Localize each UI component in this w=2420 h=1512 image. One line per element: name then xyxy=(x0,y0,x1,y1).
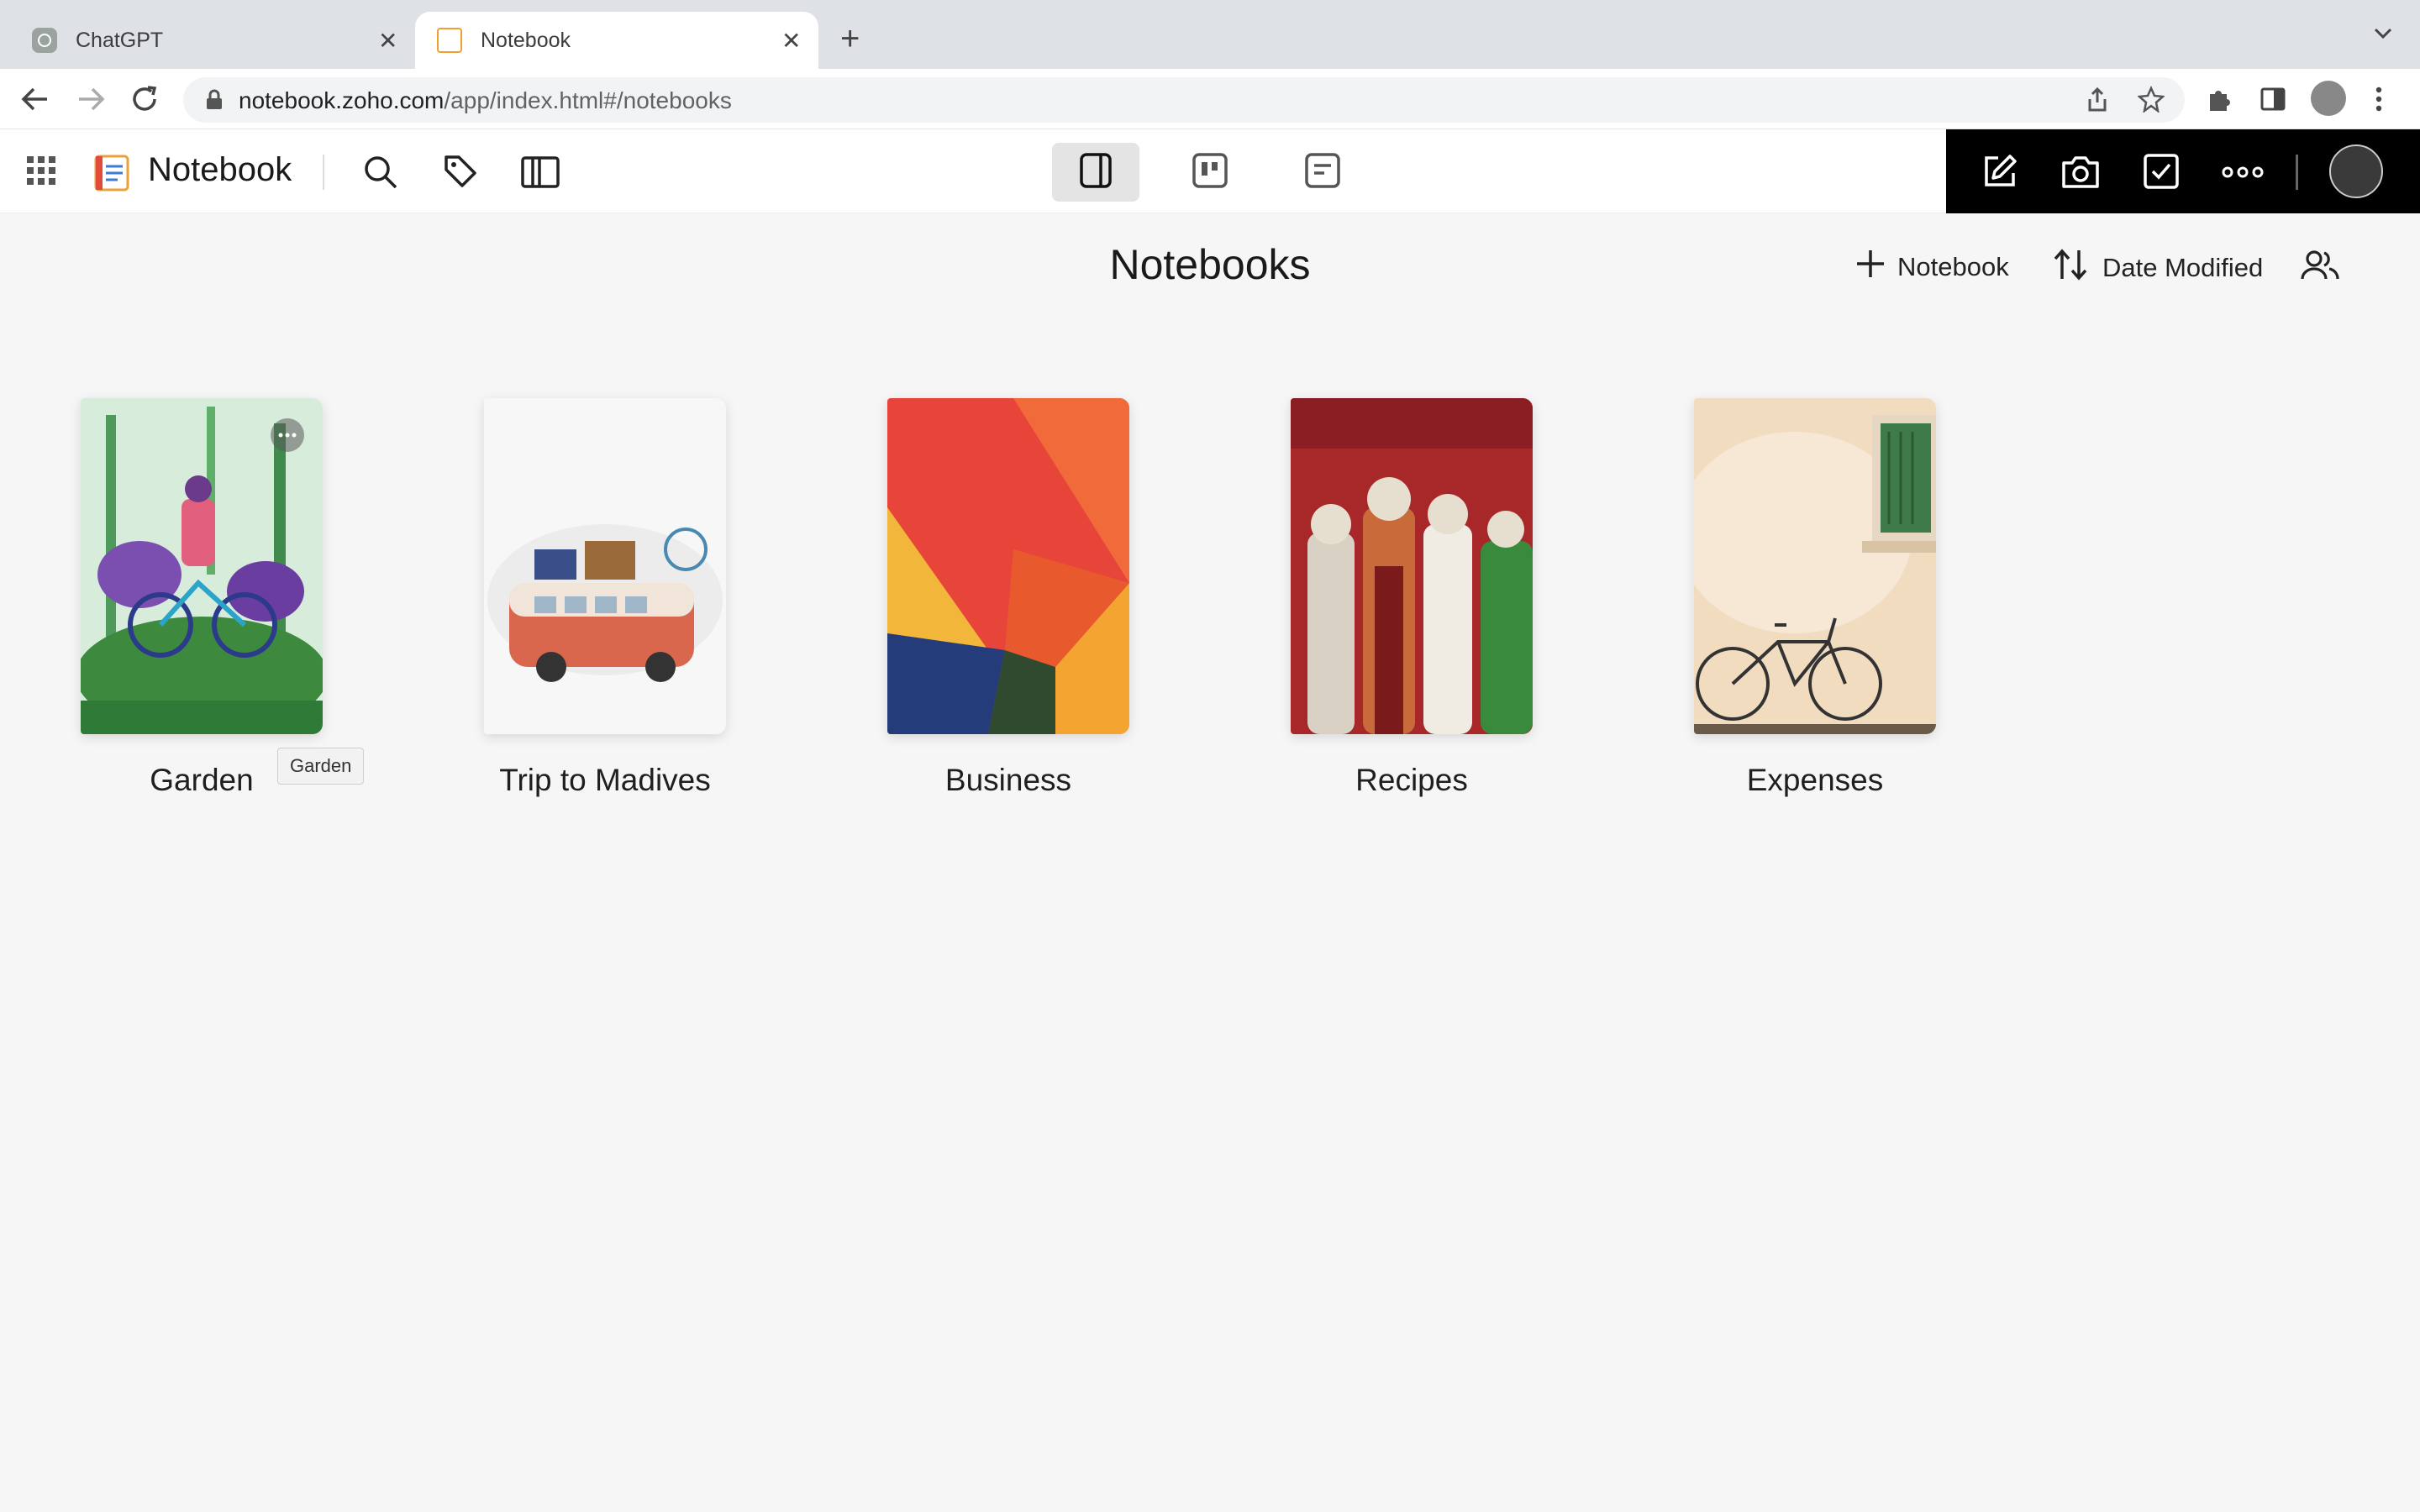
shared-users-icon[interactable] xyxy=(2301,250,2339,285)
add-notebook-button[interactable]: Notebook xyxy=(1855,249,2009,286)
board-view-icon xyxy=(1192,152,1228,193)
notebook-favicon-icon xyxy=(437,28,462,53)
browser-menu-icon[interactable] xyxy=(2375,86,2383,117)
notebook-title: Expenses xyxy=(1746,763,1884,797)
profile-avatar[interactable] xyxy=(2311,81,2346,116)
quick-create-panel xyxy=(1946,129,2420,213)
notebook-card-garden[interactable]: Garden xyxy=(81,398,323,797)
user-avatar[interactable] xyxy=(2329,144,2383,198)
tab-search-chevron-down-icon[interactable] xyxy=(2373,25,2393,46)
notebook-title: Business xyxy=(944,763,1072,797)
app-name: Notebook xyxy=(148,151,292,188)
sort-label: Date Modified xyxy=(2102,253,2264,282)
back-arrow-icon[interactable] xyxy=(20,86,50,117)
chatgpt-favicon-icon xyxy=(32,28,57,53)
apps-grid-icon[interactable] xyxy=(27,156,55,189)
expenses-cover-image[interactable] xyxy=(1694,398,1936,734)
business-cover-image[interactable] xyxy=(887,398,1129,734)
new-note-pencil-icon[interactable] xyxy=(1981,153,2018,194)
tag-icon[interactable] xyxy=(444,155,477,192)
sort-button[interactable]: Date Modified xyxy=(2054,249,2263,287)
search-icon[interactable] xyxy=(363,155,398,194)
checklist-icon[interactable] xyxy=(2143,153,2180,194)
add-notebook-label: Notebook xyxy=(1897,252,2009,281)
app-header: Notebook xyxy=(0,129,2420,213)
plus-icon xyxy=(1855,249,1886,286)
notebook-more-options-icon[interactable] xyxy=(271,418,304,452)
bookmark-star-icon[interactable] xyxy=(2137,85,2165,117)
notebook-card-expenses[interactable]: Expenses xyxy=(1694,398,1936,797)
browser-toolbar: notebook.zoho.com/app/index.html#/notebo… xyxy=(0,69,2420,129)
share-icon[interactable] xyxy=(2086,87,2109,117)
notebook-title: Trip to Madives xyxy=(499,763,711,797)
tab-label: ChatGPT xyxy=(76,28,164,52)
list-view-icon xyxy=(1304,152,1341,193)
new-tab-icon[interactable]: + xyxy=(840,20,860,58)
header-divider xyxy=(323,155,324,190)
notebook-card-recipes[interactable]: Recipes xyxy=(1291,398,1533,797)
side-panel-icon[interactable] xyxy=(2260,87,2286,115)
address-bar[interactable]: notebook.zoho.com/app/index.html#/notebo… xyxy=(183,77,2185,123)
sidebar-toggle-icon[interactable] xyxy=(521,156,560,192)
close-tab-icon[interactable]: ✕ xyxy=(378,27,397,55)
lock-icon[interactable] xyxy=(205,89,224,115)
forward-arrow-icon[interactable] xyxy=(76,86,106,117)
notebook-tooltip: Garden xyxy=(277,748,365,785)
single-page-view-icon xyxy=(1079,152,1113,193)
panel-divider xyxy=(2296,155,2298,190)
browser-tab-strip: ChatGPT ✕ Notebook ✕ + xyxy=(0,0,2420,69)
reload-icon[interactable] xyxy=(129,84,160,118)
tab-chatgpt[interactable]: ChatGPT ✕ xyxy=(0,12,412,69)
view-list-button[interactable] xyxy=(1279,143,1366,202)
notebook-title: Recipes xyxy=(1355,763,1468,797)
view-board-button[interactable] xyxy=(1166,143,1254,202)
url-text[interactable]: notebook.zoho.com/app/index.html#/notebo… xyxy=(239,87,732,114)
sort-arrows-icon xyxy=(2054,249,2087,287)
notebook-logo-icon xyxy=(92,153,133,196)
recipes-cover-image[interactable] xyxy=(1291,398,1533,734)
garden-cover-image[interactable] xyxy=(81,398,323,734)
camera-icon[interactable] xyxy=(2060,155,2101,194)
extensions-puzzle-icon[interactable] xyxy=(2207,86,2233,117)
more-options-icon[interactable] xyxy=(2222,166,2264,182)
notebook-card-trip[interactable]: Trip to Madives xyxy=(484,398,726,797)
trip-cover-image[interactable] xyxy=(484,398,726,734)
view-notebook-button[interactable] xyxy=(1052,143,1139,202)
close-tab-icon[interactable]: ✕ xyxy=(781,27,801,55)
url-path: /app/index.html#/notebooks xyxy=(444,87,732,113)
tab-notebook[interactable]: Notebook ✕ xyxy=(415,12,818,69)
notebook-card-business[interactable]: Business xyxy=(887,398,1129,797)
tab-label: Notebook xyxy=(481,28,571,52)
url-host: notebook.zoho.com xyxy=(239,87,445,113)
